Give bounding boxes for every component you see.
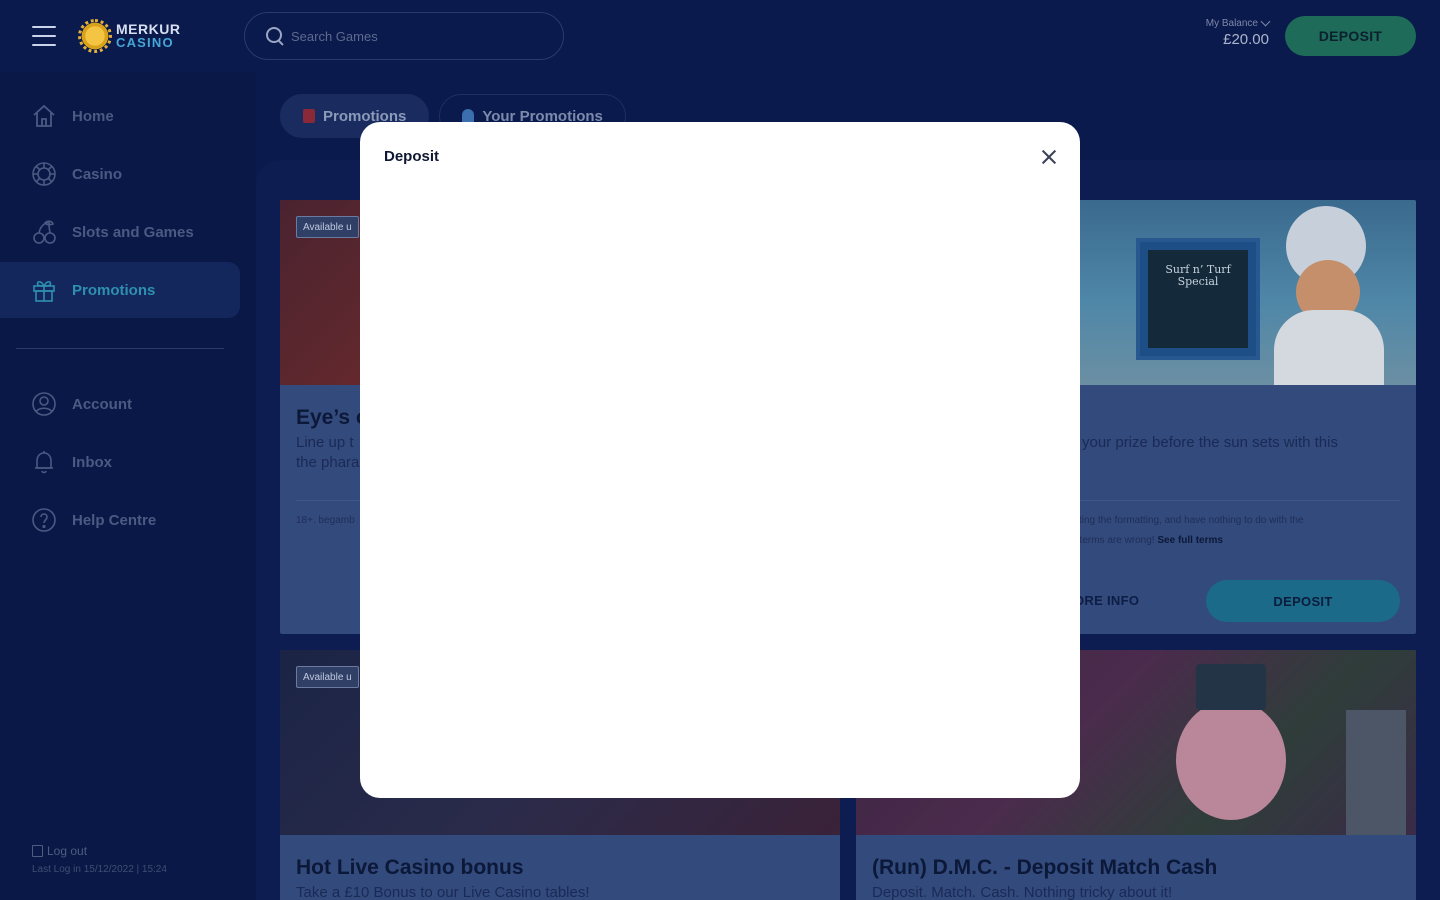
- terms-text: t terms are wrong!: [1074, 535, 1155, 546]
- user-icon: [30, 390, 58, 418]
- promo-terms-line2: t terms are wrong! See full terms: [1074, 531, 1223, 551]
- header-deposit-button[interactable]: DEPOSIT: [1285, 16, 1416, 56]
- filing-cabinet: [1346, 710, 1406, 835]
- balance-label: My Balance: [1205, 18, 1258, 29]
- top-hat: [1196, 664, 1266, 710]
- gift-icon: [30, 276, 58, 304]
- sidebar-item-label: Inbox: [72, 453, 112, 471]
- pig-character: [1176, 700, 1286, 820]
- chevron-down-icon: [1260, 16, 1271, 27]
- availability-badge: Available u: [296, 666, 359, 688]
- sidebar-item-inbox[interactable]: Inbox: [0, 434, 240, 490]
- sidebar-item-account[interactable]: Account: [0, 376, 240, 432]
- sidebar-divider: [16, 348, 224, 349]
- cherries-icon: [30, 218, 58, 246]
- promo-desc-line1: Line up t: [296, 434, 354, 451]
- menu-icon[interactable]: [32, 26, 56, 46]
- sidebar-item-slots-and-games[interactable]: Slots and Games: [0, 204, 240, 260]
- promo-terms-line1: sting the formatting, and have nothing t…: [1074, 515, 1304, 526]
- sidebar-item-label: Account: [72, 395, 132, 413]
- close-icon[interactable]: [1038, 146, 1060, 168]
- merkur-casino-logo[interactable]: MERKUR CASINO: [78, 18, 181, 54]
- search-icon: [265, 26, 285, 46]
- sidebar-item-label: Help Centre: [72, 511, 157, 529]
- sun-logo-icon: [78, 19, 112, 53]
- availability-badge: Available u: [296, 216, 359, 238]
- promo-terms: 18+. begamb: [296, 515, 355, 526]
- roulette-icon: [30, 160, 58, 188]
- sidebar-item-label: Slots and Games: [72, 223, 194, 241]
- promo-desc-line1: Take a £10 Bonus to our Live Casino tabl…: [296, 884, 590, 900]
- promo-desc-line1: Deposit. Match. Cash. Nothing tricky abo…: [872, 884, 1173, 900]
- sidebar-item-help-centre[interactable]: Help Centre: [0, 492, 240, 548]
- top-header: MERKUR CASINO My Balance £20.00 DEPOSIT: [0, 0, 1440, 72]
- logo-text-line1: MERKUR: [116, 21, 181, 37]
- logo-text-line2: CASINO: [116, 35, 174, 50]
- logout-label: Log out: [47, 844, 88, 858]
- chalkboard-sign: Surf n’ Turf Special: [1136, 238, 1260, 360]
- sidebar-item-label: Promotions: [72, 281, 156, 299]
- deposit-modal: Deposit: [360, 122, 1080, 798]
- balance-dropdown[interactable]: My Balance £20.00: [1189, 16, 1271, 48]
- see-full-terms-link[interactable]: See full terms: [1157, 535, 1223, 546]
- promo-title: (Run) D.M.C. - Deposit Match Cash: [872, 856, 1218, 879]
- search-bar[interactable]: [244, 12, 564, 60]
- promo-title: Hot Live Casino bonus: [296, 856, 524, 879]
- sign-text-line2: Special: [1177, 275, 1219, 288]
- balance-value: £20.00: [1223, 31, 1269, 48]
- home-icon: [30, 102, 58, 130]
- sidebar-item-casino[interactable]: Casino: [0, 146, 240, 202]
- person-icon: [462, 109, 475, 123]
- promo-title: Eye’s o: [296, 406, 369, 429]
- sidebar-item-home[interactable]: Home: [0, 88, 240, 144]
- sidebar-item-label: Home: [72, 107, 114, 125]
- modal-title: Deposit: [384, 148, 440, 165]
- bell-icon: [30, 448, 58, 476]
- logout-icon: [32, 845, 43, 857]
- more-info-button[interactable]: ORE INFO: [1074, 593, 1139, 608]
- search-input[interactable]: [291, 28, 541, 44]
- promo-deposit-button[interactable]: DEPOSIT: [1206, 580, 1400, 622]
- gift-icon: [303, 109, 315, 123]
- sidebar: Home Casino Slots and Games Promotions A…: [0, 72, 256, 900]
- promo-desc-line2: the phara: [296, 454, 360, 471]
- sidebar-item-label: Casino: [72, 165, 123, 183]
- help-icon: [30, 506, 58, 534]
- last-login-text: Last Log in 15/12/2022 | 15:24: [32, 864, 167, 875]
- promo-desc-line1: your prize before the sun sets with this: [1082, 434, 1338, 451]
- sidebar-item-promotions[interactable]: Promotions: [0, 262, 240, 318]
- logout-link[interactable]: Log out: [32, 844, 87, 858]
- chef-jacket: [1274, 310, 1384, 385]
